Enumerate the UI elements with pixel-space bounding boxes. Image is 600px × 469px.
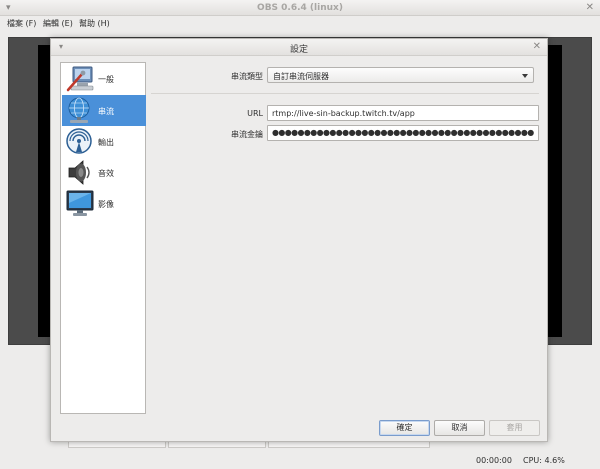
stream-key-value: ●●●●●●●●●●●●●●●●●●●●●●●●●●●●●●●●●●●●●●●●… <box>272 128 534 137</box>
dialog-titlebar: ▾ 設定 ✕ <box>51 39 547 56</box>
broadcast-output-icon <box>66 128 92 154</box>
main-titlebar: ▾ OBS 0.6.4 (linux) ✕ <box>0 0 600 16</box>
cancel-button[interactable]: 取消 <box>434 420 485 436</box>
dialog-title: 設定 <box>289 45 308 55</box>
url-input[interactable]: rtmp://live-sin-backup.twitch.tv/app <box>267 105 539 121</box>
menu-file[interactable]: 檔案 (F) <box>7 18 36 29</box>
url-label: URL <box>247 109 263 118</box>
menu-help[interactable]: 幫助 (H) <box>79 18 110 29</box>
category-stream[interactable]: 串流 <box>62 95 146 126</box>
stream-type-select[interactable]: 自訂串流伺服器 <box>267 67 534 83</box>
category-output[interactable]: 輸出 <box>62 126 146 157</box>
statusbar: 00:00:00 CPU: 4.6% <box>0 452 600 469</box>
stream-key-input[interactable]: ●●●●●●●●●●●●●●●●●●●●●●●●●●●●●●●●●●●●●●●●… <box>267 125 539 141</box>
category-audio[interactable]: 音效 <box>62 157 146 188</box>
ok-button[interactable]: 確定 <box>379 420 430 436</box>
network-globe-icon <box>68 97 90 123</box>
speaker-icon <box>68 160 90 185</box>
category-video-label: 影像 <box>98 200 114 209</box>
dialog-close-icon[interactable]: ✕ <box>533 41 541 52</box>
menubar: 檔案 (F) 編輯 (E) 幫助 (H) <box>0 16 600 31</box>
stream-type-label: 串流類型 <box>231 72 263 81</box>
category-general[interactable]: 一般 <box>62 63 146 94</box>
apply-button[interactable]: 套用 <box>489 420 540 436</box>
settings-category-list: 一般 串流 輸出 音效 影像 <box>60 62 146 414</box>
stream-key-label: 串流金鑰 <box>231 130 263 139</box>
general-settings-icon <box>66 66 94 92</box>
category-video[interactable]: 影像 <box>62 188 146 219</box>
menu-edit[interactable]: 編輯 (E) <box>43 18 73 29</box>
chevron-down-icon <box>522 74 528 78</box>
category-stream-label: 串流 <box>98 107 114 116</box>
category-output-label: 輸出 <box>98 138 114 147</box>
separator <box>151 93 539 94</box>
category-audio-label: 音效 <box>98 169 114 178</box>
close-icon[interactable]: ✕ <box>586 2 594 13</box>
cpu-usage: CPU: 4.6% <box>523 456 565 465</box>
monitor-icon <box>66 190 94 216</box>
stream-time: 00:00:00 <box>476 456 512 465</box>
url-value: rtmp://live-sin-backup.twitch.tv/app <box>272 109 415 118</box>
stream-type-value: 自訂串流伺服器 <box>273 72 329 81</box>
category-general-label: 一般 <box>98 75 114 84</box>
settings-dialog: ▾ 設定 ✕ 一般 串流 輸出 音效 影像 串流類型 自訂串流伺服器 URL r… <box>50 38 548 442</box>
window-title: OBS 0.6.4 (linux) <box>257 3 343 13</box>
